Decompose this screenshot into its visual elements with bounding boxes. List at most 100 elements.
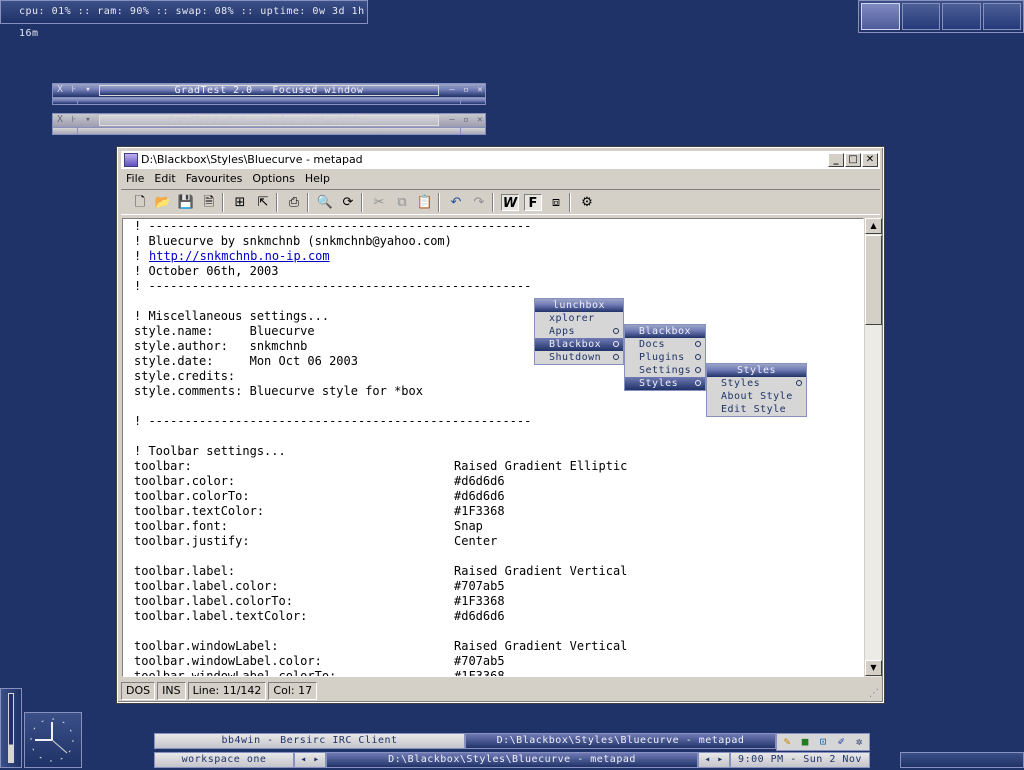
minimize-icon[interactable]: – <box>445 84 459 97</box>
minimize-icon[interactable]: _ <box>828 153 844 167</box>
settings-icon[interactable]: ⚙ <box>578 194 596 211</box>
metapad-app-icon[interactable] <box>124 153 138 167</box>
line-value: #1F3368 <box>454 504 505 518</box>
styles-menu-title: Styles <box>707 364 806 377</box>
window-handle[interactable] <box>52 128 486 135</box>
homepage-link[interactable]: http://snkmchnb.no-ip.com <box>149 249 330 264</box>
status-mode: DOS <box>121 682 156 700</box>
scroll-thumb[interactable] <box>865 235 882 325</box>
menu-favourites[interactable]: Favourites <box>181 169 248 188</box>
line-key: ! --------------------------------------… <box>134 279 532 293</box>
redo-icon[interactable]: ↷ <box>470 194 488 211</box>
menu-item-xplorer[interactable]: xplorer <box>535 312 623 325</box>
minimize-icon[interactable]: – <box>445 114 459 127</box>
close-icon[interactable]: ✕ <box>473 114 487 127</box>
word-wrap-icon[interactable]: W <box>501 194 519 211</box>
vertical-scrollbar[interactable]: ▲ ▼ <box>864 218 882 677</box>
submenu-icon <box>613 328 619 334</box>
open-icon[interactable]: 📂 <box>154 194 172 211</box>
line-key: toolbar: <box>134 459 192 473</box>
color-icon[interactable]: ■ <box>797 735 813 749</box>
gradtest-focused-window[interactable]: Ｘ ⊦ ▾ GradTest 2.0 - Focused window – ▫ … <box>52 83 486 105</box>
gradtest-unfocused-window[interactable]: Ｘ ⊦ ▾ GradTest 2.0 - Unfocused window – … <box>52 113 486 135</box>
window-label[interactable]: D:\Blackbox\Styles\Bluecurve - metapad <box>326 752 698 768</box>
menu-help[interactable]: Help <box>300 169 335 188</box>
window-menu-icon[interactable]: ▾ <box>81 114 95 127</box>
task-bersirc[interactable]: bb4win - Bersirc IRC Client <box>154 733 465 749</box>
workspace-pager[interactable] <box>858 0 1024 33</box>
volume-slider[interactable] <box>0 688 22 768</box>
toolbar-clock: 9:00 PM - Sun 2 Nov <box>730 752 870 768</box>
resize-grip-icon[interactable]: ⋰ <box>869 688 881 700</box>
maximize-icon[interactable]: ▫ <box>459 84 473 97</box>
submenu-icon <box>613 341 619 347</box>
pager-desktop-1[interactable] <box>861 3 900 30</box>
menu-item-plugins[interactable]: Plugins <box>625 351 705 364</box>
paint-icon[interactable]: ✐ <box>833 735 849 749</box>
print-icon[interactable]: ⎙ <box>285 194 303 211</box>
window-arrows-icon[interactable]: ◂ ▸ <box>698 752 730 768</box>
cut-icon[interactable]: ✂ <box>370 194 388 211</box>
submenu-icon <box>695 367 701 373</box>
line-key: ! <box>134 249 149 263</box>
metapad-window[interactable]: D:\Blackbox\Styles\Bluecurve - metapad _… <box>116 146 885 704</box>
binoculars-icon[interactable]: ⊞ <box>231 194 249 211</box>
blackbox-menu-title: Blackbox <box>625 325 705 338</box>
shade-icon[interactable]: ⊦ <box>67 84 81 97</box>
maximize-icon[interactable]: □ <box>845 153 861 167</box>
task-metapad[interactable]: D:\Blackbox\Styles\Bluecurve - metapad <box>465 733 776 749</box>
root-menu[interactable]: lunchbox xplorer Apps Blackbox Shutdown <box>534 298 624 365</box>
menu-item-blackbox[interactable]: Blackbox <box>535 338 623 351</box>
pager-desktop-2[interactable] <box>901 3 940 30</box>
menu-item-apps[interactable]: Apps <box>535 325 623 338</box>
menu-item-styles[interactable]: Styles <box>625 377 705 390</box>
pencil-icon[interactable]: ✎ <box>779 735 795 749</box>
menu-file[interactable]: File <box>121 169 149 188</box>
scroll-down-icon[interactable]: ▼ <box>865 660 882 676</box>
maximize-icon[interactable]: ▫ <box>459 114 473 127</box>
menu-options[interactable]: Options <box>247 169 299 188</box>
print-preview-icon[interactable]: 🗎 <box>200 194 218 211</box>
close-icon[interactable]: ✕ <box>473 84 487 97</box>
text-editor[interactable]: ! --------------------------------------… <box>122 218 864 677</box>
blackbox-submenu[interactable]: Blackbox Docs Plugins Settings Styles <box>624 324 706 391</box>
metapad-toolbar: 🗋 📂 💾 🗎 ⊞ ⇱ ⎙ 🔍 ⟳ ✂ ⧉ 📋 ↶ ↷ W F ⧈ ⚙ <box>121 189 880 215</box>
stick-icon[interactable]: Ｘ <box>53 84 67 97</box>
styles-submenu[interactable]: Styles Styles About Style Edit Style <box>706 363 807 417</box>
close-icon[interactable]: ✕ <box>862 153 878 167</box>
paste-icon[interactable]: 📋 <box>416 194 434 211</box>
satellite-icon[interactable]: ✲ <box>851 735 867 749</box>
pager-desktop-4[interactable] <box>982 3 1021 30</box>
launch-icon[interactable]: ⇱ <box>254 194 272 211</box>
line-key: style.name: Bluecurve <box>134 324 315 338</box>
menu-item-styles-sub[interactable]: Styles <box>707 377 806 390</box>
menu-item-docs[interactable]: Docs <box>625 338 705 351</box>
undo-icon[interactable]: ↶ <box>447 194 465 211</box>
save-icon[interactable]: 💾 <box>177 194 195 211</box>
replace-icon[interactable]: ⟳ <box>339 194 357 211</box>
titlebar[interactable]: Ｘ ⊦ ▾ GradTest 2.0 - Focused window – ▫ … <box>52 83 486 98</box>
new-icon[interactable]: 🗋 <box>131 194 149 211</box>
scroll-up-icon[interactable]: ▲ <box>865 218 882 234</box>
font-icon[interactable]: F <box>524 194 542 211</box>
menu-item-about-style[interactable]: About Style <box>707 390 806 403</box>
metapad-title: D:\Blackbox\Styles\Bluecurve - metapad <box>141 153 363 166</box>
find-icon[interactable]: 🔍 <box>316 194 334 211</box>
transparent-icon[interactable]: ⧈ <box>547 194 565 211</box>
workspace-label[interactable]: workspace one <box>154 752 294 768</box>
stick-icon[interactable]: Ｘ <box>53 114 67 127</box>
titlebar[interactable]: Ｘ ⊦ ▾ GradTest 2.0 - Unfocused window – … <box>52 113 486 128</box>
workspace-arrows-icon[interactable]: ◂ ▸ <box>294 752 326 768</box>
window-menu-icon[interactable]: ▾ <box>81 84 95 97</box>
menu-item-settings[interactable]: Settings <box>625 364 705 377</box>
network-icon[interactable]: ⊡ <box>815 735 831 749</box>
pager-desktop-3[interactable] <box>942 3 981 30</box>
submenu-icon <box>613 354 619 360</box>
menu-item-shutdown[interactable]: Shutdown <box>535 351 623 364</box>
menu-item-edit-style[interactable]: Edit Style <box>707 403 806 416</box>
shade-icon[interactable]: ⊦ <box>67 114 81 127</box>
window-handle[interactable] <box>52 98 486 105</box>
metapad-titlebar[interactable]: D:\Blackbox\Styles\Bluecurve - metapad _… <box>121 151 880 169</box>
menu-edit[interactable]: Edit <box>149 169 180 188</box>
copy-icon[interactable]: ⧉ <box>393 194 411 211</box>
